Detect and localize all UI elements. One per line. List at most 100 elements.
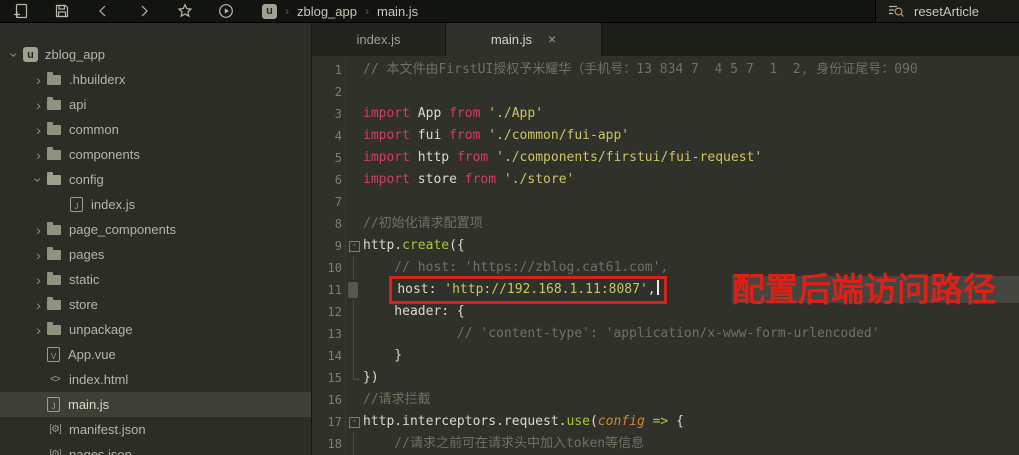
fold-gutter [346, 147, 363, 169]
sidebar-item-static[interactable]: ›static [0, 267, 311, 292]
chevron-collapsed-icon[interactable]: › [30, 272, 47, 288]
chevron-collapsed-icon[interactable]: › [30, 247, 47, 263]
sidebar-item-manifest.json[interactable]: [⚙]manifest.json [0, 417, 311, 442]
chevron-expanded-icon[interactable]: › [31, 171, 47, 188]
code-text: //请求之前可在请求头中加入token等信息 [363, 433, 644, 455]
editor-pane: index.jsmain.js× 1 // 本文件由FirstUI授权予米耀华（手… [311, 22, 1019, 455]
chevron-collapsed-icon[interactable]: › [30, 297, 47, 313]
code-token [496, 172, 504, 187]
fold-scope-end [353, 367, 360, 380]
code-editor[interactable]: 1 // 本文件由FirstUI授权予米耀华（手机号：13 834 7 4 5 7… [312, 56, 1019, 455]
line-number: 10 [312, 257, 346, 279]
code-text: // 本文件由FirstUI授权予米耀华（手机号：13 834 7 4 5 7 … [363, 59, 918, 81]
code-token: //初始化请求配置项 [363, 216, 483, 231]
sidebar-item-main.js[interactable]: Jmain.js [0, 392, 311, 417]
breadcrumb-project[interactable]: zblog_app [297, 4, 357, 19]
code-token: './components/firstui/fui-request' [496, 150, 762, 165]
fold-toggle-icon[interactable]: - [349, 417, 360, 428]
fold-gutter: - [346, 411, 363, 433]
code-line-14[interactable]: 14 } [312, 345, 1019, 367]
fold-gutter [346, 345, 363, 367]
sidebar-item-store[interactable]: ›store [0, 292, 311, 317]
code-token: 'http://192.168.1.11:8087' [444, 282, 648, 297]
chevron-collapsed-icon[interactable]: › [30, 122, 47, 138]
code-line-1[interactable]: 1 // 本文件由FirstUI授权予米耀华（手机号：13 834 7 4 5 7… [312, 59, 1019, 81]
sidebar-item-index.html[interactable]: <>index.html [0, 367, 311, 392]
code-line-18[interactable]: 18 //请求之前可在请求头中加入token等信息 [312, 433, 1019, 455]
chevron-collapsed-icon[interactable]: › [30, 72, 47, 88]
line-number: 4 [312, 125, 346, 147]
new-file-icon [13, 3, 29, 19]
code-line-12[interactable]: 12 header: { [312, 301, 1019, 323]
json-file-icon: [⚙] [47, 449, 63, 455]
code-text: import App from './App' [363, 103, 543, 125]
code-line-15[interactable]: 15}) [312, 367, 1019, 389]
toolbar-search[interactable]: resetArticle [875, 0, 1019, 22]
folder-icon [47, 100, 61, 110]
chevron-expanded-icon[interactable]: › [7, 46, 23, 63]
sidebar-item-zblog_app[interactable]: ›uzblog_app [0, 42, 311, 67]
sidebar-item-common[interactable]: ›common [0, 117, 311, 142]
run-button[interactable] [205, 3, 246, 19]
code-line-3[interactable]: 3 import App from './App' [312, 103, 1019, 125]
fold-gutter: - [346, 235, 363, 257]
new-file-button[interactable] [0, 3, 41, 19]
tab-index.js[interactable]: index.js [312, 22, 446, 56]
sidebar-item-config[interactable]: ›config [0, 167, 311, 192]
favorite-button[interactable] [164, 3, 205, 19]
fold-toggle-icon[interactable]: - [349, 241, 360, 252]
sidebar-item-label: components [69, 147, 140, 162]
fold-gutter [346, 433, 363, 455]
navigate-forward-button[interactable] [123, 3, 164, 19]
sidebar-item-components[interactable]: › components [0, 142, 311, 167]
sidebar-item-api[interactable]: ›api [0, 92, 311, 117]
sidebar-item-label: unpackage [69, 322, 133, 337]
code-line-2[interactable]: 2 [312, 81, 1019, 103]
line-number: 12 [312, 301, 346, 323]
fold-gutter [346, 103, 363, 125]
code-line-4[interactable]: 4import fui from './common/fui-app' [312, 125, 1019, 147]
save-button[interactable] [41, 3, 82, 19]
sidebar-item-pages[interactable]: ›pages [0, 242, 311, 267]
breadcrumb-file[interactable]: main.js [377, 4, 418, 19]
navigate-back-button[interactable] [82, 3, 123, 19]
fold-scope-line [353, 323, 354, 345]
code-token [645, 414, 653, 429]
close-icon[interactable]: × [548, 31, 556, 47]
sidebar-item-page_components[interactable]: ›page_components [0, 217, 311, 242]
chevron-left-icon [95, 3, 111, 19]
chevron-collapsed-icon[interactable]: › [30, 97, 47, 113]
fold-gutter [346, 279, 363, 301]
line-number: 1 [312, 59, 346, 81]
chevron-collapsed-icon[interactable]: › [30, 322, 47, 338]
code-line-6[interactable]: 6import store from './store' [312, 169, 1019, 191]
code-line-7[interactable]: 7 [312, 191, 1019, 213]
line-number: 8 [312, 213, 346, 235]
code-token: }) [363, 370, 379, 385]
code-line-13[interactable]: 13 // 'content-type': 'application/x-www… [312, 323, 1019, 345]
code-line-8[interactable]: 8 //初始化请求配置项 [312, 213, 1019, 235]
sidebar-item-unpackage[interactable]: › unpackage [0, 317, 311, 342]
sidebar-item-.hbuilderx[interactable]: ›.hbuilderx [0, 67, 311, 92]
code-line-11[interactable]: 11 host: 'http://192.168.1.11:8087',配置后端… [312, 279, 1019, 301]
fold-gutter [346, 169, 363, 191]
code-line-5[interactable]: 5import http from './components/firstui/… [312, 147, 1019, 169]
chevron-collapsed-icon[interactable]: › [30, 222, 47, 238]
code-line-17[interactable]: 17-http.interceptors.request.use(config … [312, 411, 1019, 433]
code-token: './common/fui-app' [488, 128, 629, 143]
code-line-16[interactable]: 16//请求拦截 [312, 389, 1019, 411]
star-icon [177, 3, 193, 19]
sidebar-item-pages.json[interactable]: [⚙]pages.json [0, 442, 311, 455]
chevron-collapsed-icon[interactable]: › [30, 147, 47, 163]
sidebar-item-App.vue[interactable]: VApp.vue [0, 342, 311, 367]
html-file-icon: <> [47, 374, 63, 385]
sidebar-item-label: manifest.json [69, 422, 146, 437]
code-line-9[interactable]: 9-http.create({ [312, 235, 1019, 257]
js-file-icon: J [70, 197, 83, 212]
line-number: 3 [312, 103, 346, 125]
folder-open-icon [47, 175, 61, 185]
sidebar-item-index.js[interactable]: Jindex.js [0, 192, 311, 217]
tab-main.js[interactable]: main.js× [446, 22, 602, 56]
folder-icon [47, 225, 61, 235]
js-file-icon: J [47, 397, 60, 412]
